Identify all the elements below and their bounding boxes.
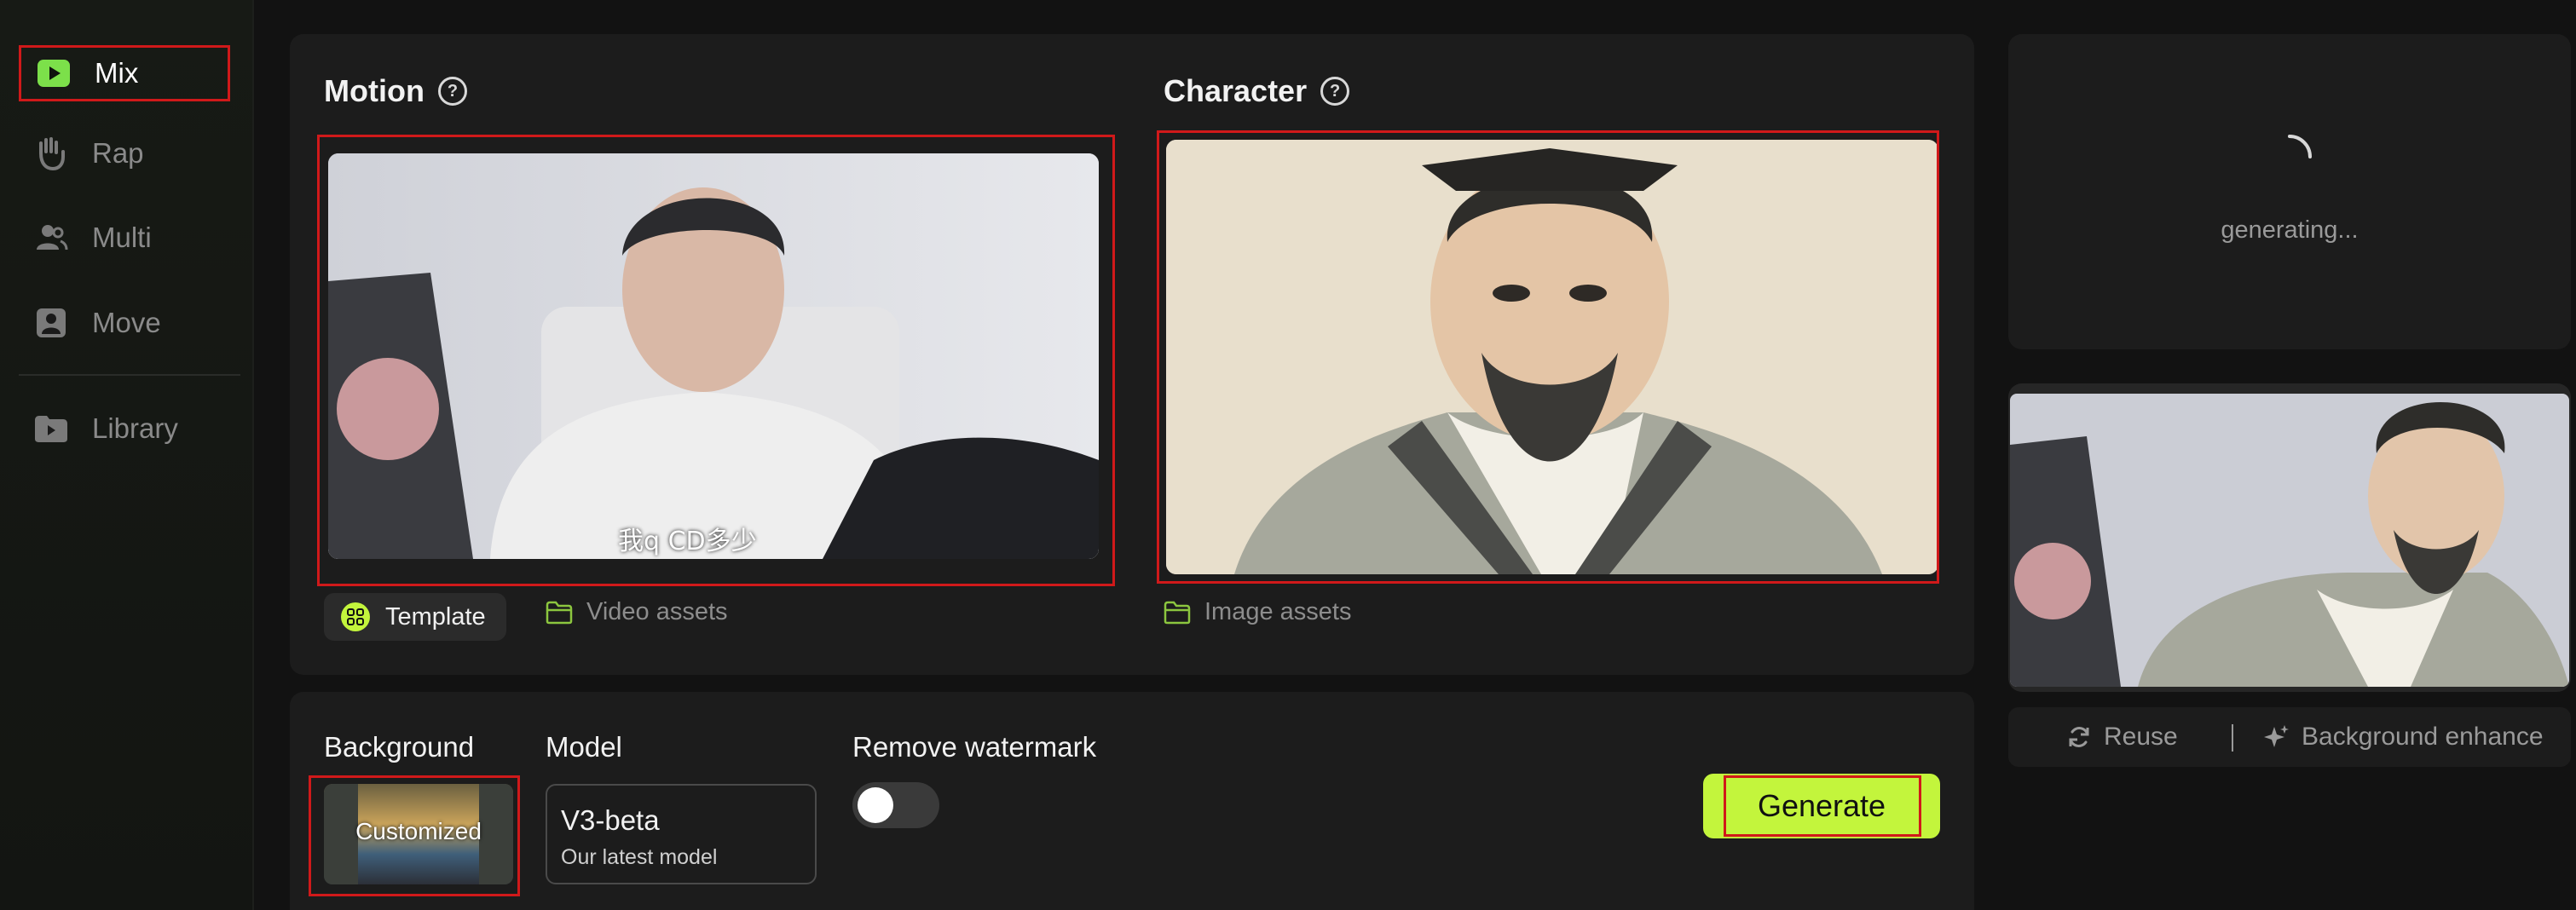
- generating-card: generating...: [2008, 34, 2571, 349]
- template-button[interactable]: Template: [324, 593, 506, 641]
- result-thumbnail: [2010, 394, 2569, 687]
- sidebar-item-mix[interactable]: Mix: [19, 45, 230, 101]
- sidebar-item-label: Multi: [92, 222, 152, 253]
- sparkle-icon: [2262, 723, 2290, 751]
- sidebar-item-multi[interactable]: Multi: [19, 210, 230, 266]
- generate-highlight: [1724, 775, 1921, 837]
- character-title: Character ?: [1164, 73, 1350, 109]
- sidebar-item-label: Rap: [92, 137, 144, 169]
- grid-icon: [341, 602, 370, 631]
- play-square-icon: [35, 55, 72, 92]
- reuse-label: Reuse: [2104, 723, 2178, 751]
- motion-title: Motion ?: [324, 73, 467, 109]
- toggle-knob: [858, 787, 893, 823]
- result-actions: Reuse Background enhance: [2008, 707, 2571, 767]
- image-assets-button[interactable]: Image assets: [1164, 598, 1351, 626]
- folder-icon: [1164, 601, 1191, 625]
- generating-status: generating...: [2221, 216, 2359, 244]
- model-description: Our latest model: [561, 845, 718, 869]
- help-icon[interactable]: ?: [437, 77, 467, 106]
- model-label: Model: [546, 731, 622, 763]
- refresh-icon: [2066, 724, 2092, 750]
- background-label: Background: [324, 731, 475, 763]
- users-icon: [32, 219, 70, 256]
- hand-icon: [32, 135, 70, 172]
- folder-play-icon: [32, 410, 70, 447]
- video-assets-button[interactable]: Video assets: [546, 598, 728, 626]
- loading-spinner-icon: [2266, 133, 2313, 185]
- sidebar-item-label: Move: [92, 307, 161, 338]
- folder-icon: [546, 601, 573, 625]
- person-card-icon: [32, 304, 70, 342]
- model-name: V3-beta: [561, 804, 660, 836]
- character-title-text: Character: [1164, 73, 1308, 108]
- sidebar-item-move[interactable]: Move: [19, 295, 230, 351]
- sidebar-item-label: Mix: [95, 57, 139, 89]
- motion-drop-area[interactable]: [317, 135, 1115, 586]
- sidebar-item-library[interactable]: Library: [19, 400, 230, 457]
- video-assets-label: Video assets: [586, 598, 728, 625]
- model-select[interactable]: V3-beta Our latest model: [546, 784, 817, 884]
- help-icon[interactable]: ?: [1320, 77, 1350, 106]
- background-enhance-button[interactable]: Background enhance: [2262, 723, 2544, 752]
- image-assets-label: Image assets: [1204, 598, 1352, 625]
- reuse-button[interactable]: Reuse: [2066, 723, 2178, 752]
- sidebar: Mix Rap Multi Move Library: [0, 0, 254, 910]
- motion-title-text: Motion: [324, 73, 425, 108]
- watermark-toggle[interactable]: [852, 782, 939, 828]
- action-divider: [2232, 724, 2233, 752]
- result-card[interactable]: [2008, 383, 2571, 692]
- background-enhance-label: Background enhance: [2302, 723, 2544, 751]
- sidebar-item-label: Library: [92, 412, 178, 444]
- watermark-label: Remove watermark: [852, 731, 1097, 763]
- sidebar-divider: [19, 374, 240, 376]
- sidebar-item-rap[interactable]: Rap: [19, 125, 230, 181]
- character-drop-area[interactable]: [1157, 130, 1939, 584]
- template-label: Template: [385, 602, 486, 631]
- background-select-highlight[interactable]: [309, 775, 520, 896]
